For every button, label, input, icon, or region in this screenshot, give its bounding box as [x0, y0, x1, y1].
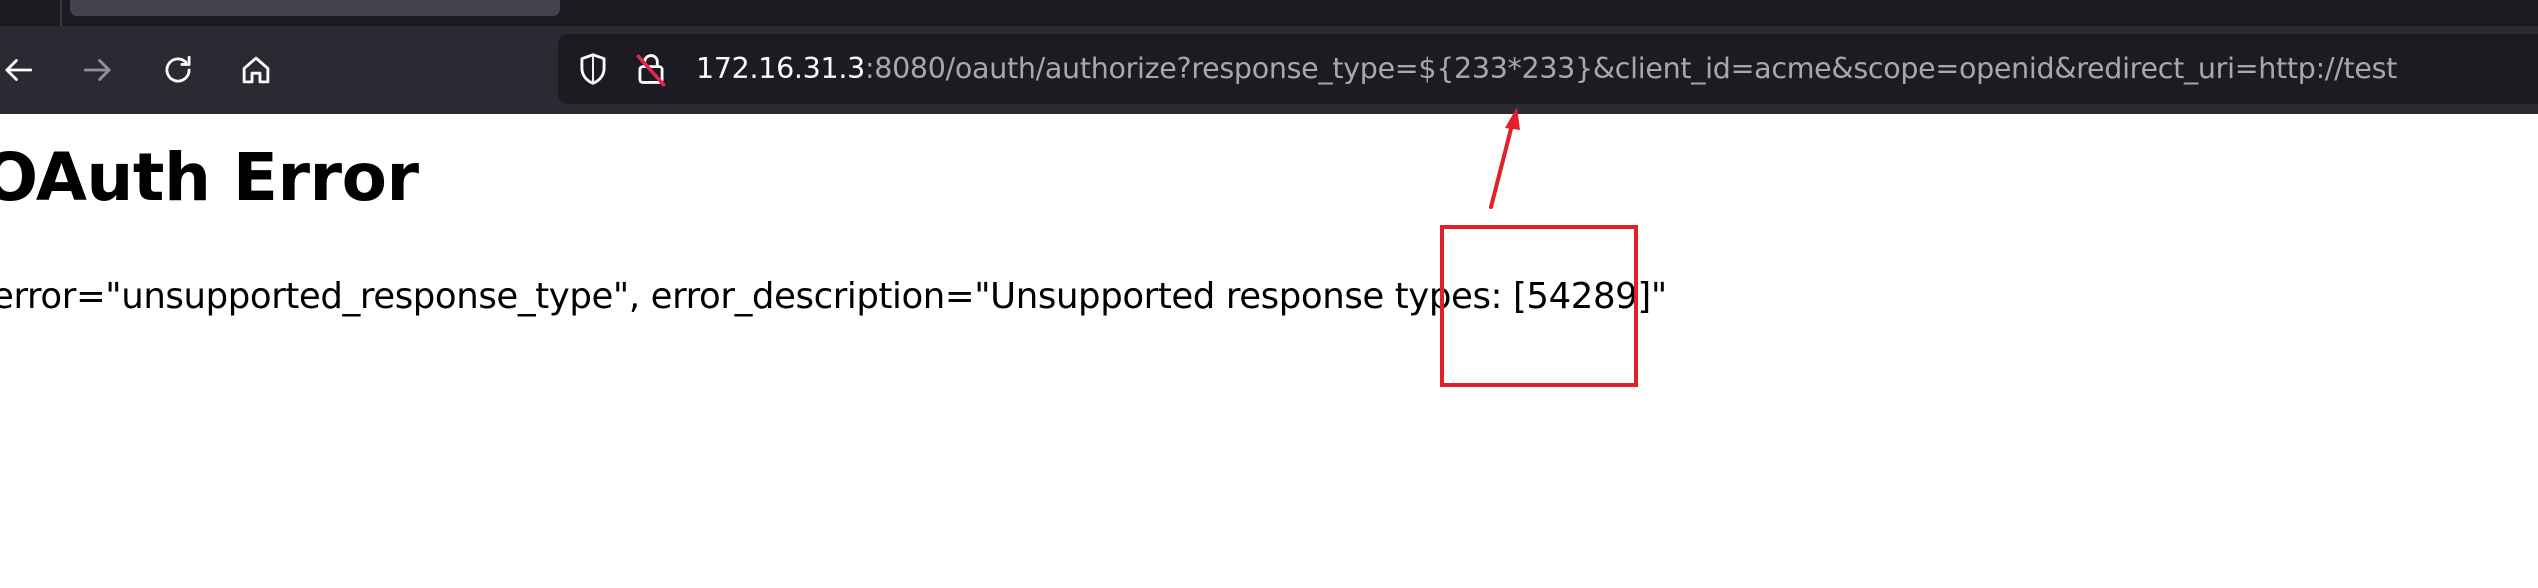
navigation-toolbar: 172.16.31.3:8080/oauth/authorize?respons… — [0, 26, 2538, 114]
home-icon — [242, 56, 270, 84]
tab-divider — [60, 0, 62, 26]
tab-strip — [0, 0, 2538, 26]
site-security-button[interactable] — [632, 50, 670, 88]
back-button[interactable] — [0, 46, 42, 94]
insecure-lock-icon — [636, 54, 666, 87]
reload-button[interactable] — [154, 46, 202, 94]
home-button[interactable] — [232, 46, 280, 94]
forward-button[interactable] — [74, 46, 122, 94]
browser-window: 172.16.31.3:8080/oauth/authorize?respons… — [0, 0, 2538, 588]
arrow-right-icon — [83, 59, 111, 81]
page-content: OAuth Error error="unsupported_response_… — [0, 114, 2538, 588]
tracking-protection-button[interactable] — [574, 50, 612, 88]
url-text[interactable]: 172.16.31.3:8080/oauth/authorize?respons… — [696, 34, 2397, 104]
reload-icon — [165, 55, 191, 83]
address-bar[interactable]: 172.16.31.3:8080/oauth/authorize?respons… — [558, 34, 2538, 104]
shield-icon — [580, 53, 606, 85]
page-title: OAuth Error — [0, 139, 419, 216]
error-message: error="unsupported_response_type", error… — [0, 276, 1667, 317]
browser-tab[interactable] — [70, 0, 560, 16]
arrow-left-icon — [5, 59, 33, 81]
url-host: 172.16.31.3 — [696, 52, 865, 85]
url-path: :8080/oauth/authorize?response_type=${23… — [864, 52, 2398, 85]
